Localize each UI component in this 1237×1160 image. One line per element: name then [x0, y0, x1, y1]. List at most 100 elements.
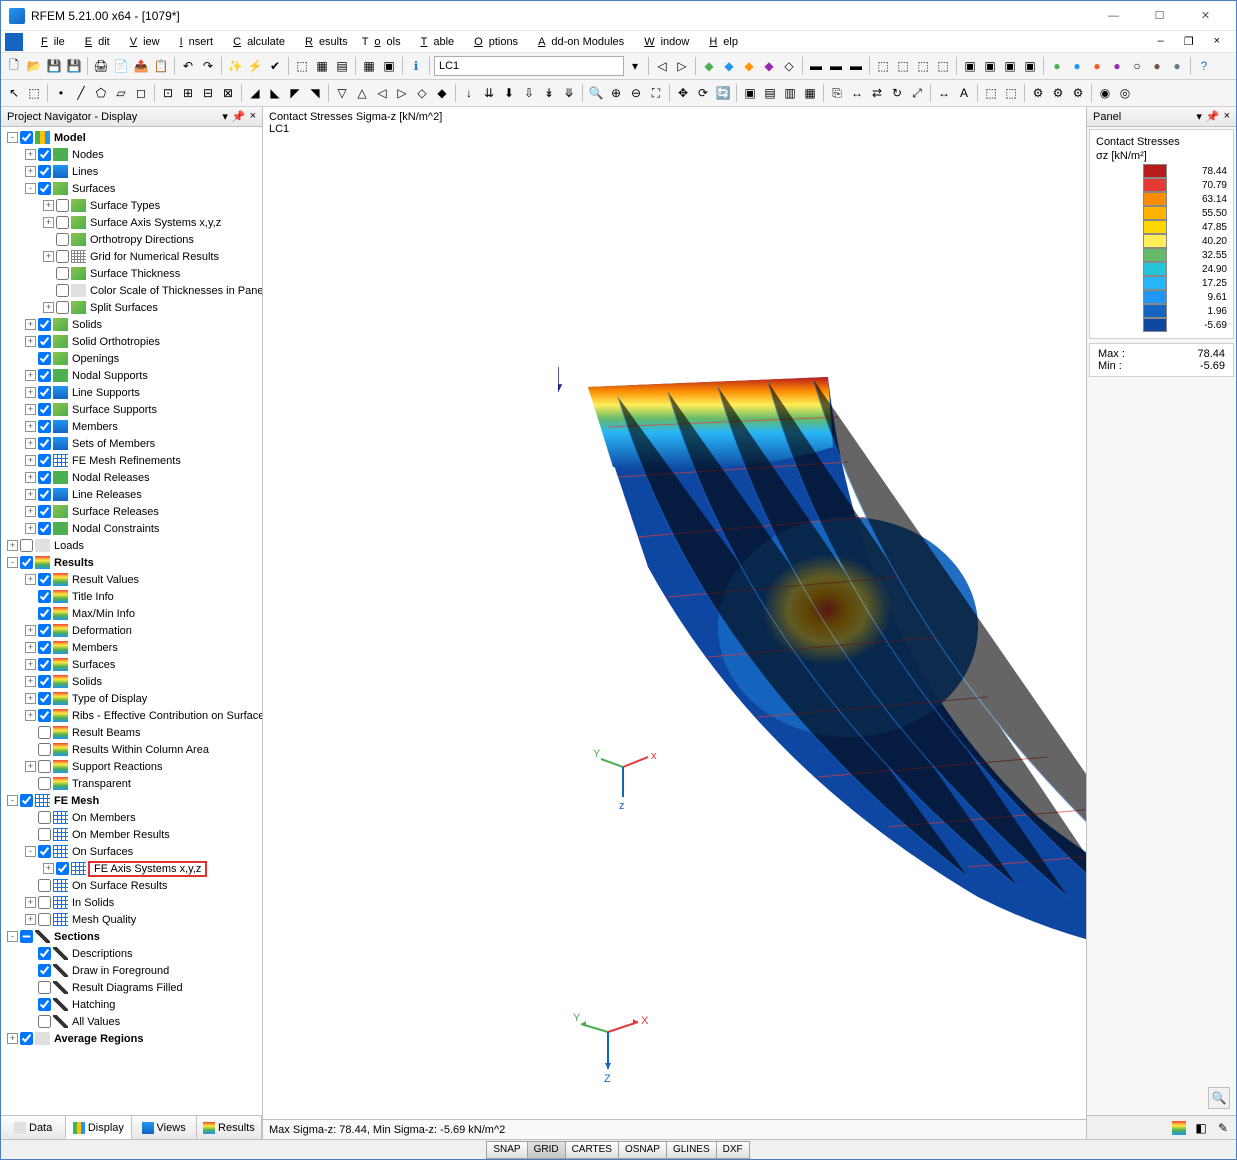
tree-node[interactable]: +Surface Axis Systems x,y,z — [1, 214, 262, 231]
vw4-icon[interactable]: ▦ — [801, 84, 819, 102]
tool1-icon[interactable]: ⬚ — [293, 57, 311, 75]
panel-close-icon[interactable]: × — [1224, 110, 1230, 123]
tree-checkbox[interactable] — [38, 624, 51, 637]
tb-b-icon[interactable]: ⬚ — [894, 57, 912, 75]
menu-tools[interactable]: Tools — [356, 34, 407, 50]
tree-node[interactable]: +Split Surfaces — [1, 299, 262, 316]
sup6-icon[interactable]: ◆ — [433, 84, 451, 102]
mod9-icon[interactable]: ○ — [1128, 57, 1146, 75]
cube5-icon[interactable]: ◇ — [780, 57, 798, 75]
tree-checkbox[interactable] — [20, 794, 33, 807]
minimize-button[interactable]: — — [1091, 2, 1136, 30]
tree-node[interactable]: -Model — [1, 129, 262, 146]
panel-bi1-icon[interactable] — [1170, 1119, 1188, 1137]
expand-icon[interactable]: + — [25, 336, 36, 347]
vw1-icon[interactable]: ▣ — [741, 84, 759, 102]
sup2-icon[interactable]: △ — [353, 84, 371, 102]
line-draw-icon[interactable]: ╱ — [72, 84, 90, 102]
wizard-icon[interactable]: ✨ — [226, 57, 244, 75]
expand-icon[interactable]: + — [43, 302, 54, 313]
tree-checkbox[interactable] — [38, 743, 51, 756]
tree-checkbox[interactable] — [38, 182, 51, 195]
tree-checkbox[interactable] — [20, 930, 33, 943]
tree-node[interactable]: On Surface Results — [1, 877, 262, 894]
menu-edit[interactable]: Edit — [73, 34, 116, 50]
e4-icon[interactable]: ◥ — [306, 84, 324, 102]
new-icon[interactable]: 🗋 — [5, 57, 23, 75]
tree-node[interactable]: -On Surfaces — [1, 843, 262, 860]
tree-checkbox[interactable] — [38, 488, 51, 501]
surf-draw-icon[interactable]: ▱ — [112, 84, 130, 102]
tree-checkbox[interactable] — [38, 947, 51, 960]
combo-dd-icon[interactable]: ▾ — [626, 57, 644, 75]
statusbar-dxf[interactable]: DXF — [716, 1141, 750, 1159]
statusbar-osnap[interactable]: OSNAP — [618, 1141, 667, 1159]
expand-icon[interactable]: + — [25, 659, 36, 670]
menu-options[interactable]: Options — [462, 34, 524, 50]
expand-icon[interactable]: + — [25, 914, 36, 925]
tree-node[interactable]: Orthotropy Directions — [1, 231, 262, 248]
expand-icon[interactable]: - — [7, 132, 18, 143]
tree-node[interactable]: +Solids — [1, 673, 262, 690]
mod8-icon[interactable]: ● — [1108, 57, 1126, 75]
expand-icon[interactable]: + — [25, 625, 36, 636]
tb-a-icon[interactable]: ⬚ — [874, 57, 892, 75]
tree-checkbox[interactable] — [20, 539, 33, 552]
tree-node[interactable]: +Deformation — [1, 622, 262, 639]
res1-icon[interactable]: ▬ — [807, 57, 825, 75]
tree-node[interactable]: +In Solids — [1, 894, 262, 911]
mod10-icon[interactable]: ● — [1148, 57, 1166, 75]
mod6-icon[interactable]: ● — [1068, 57, 1086, 75]
save-icon[interactable]: 💾 — [45, 57, 63, 75]
tree-node[interactable]: Max/Min Info — [1, 605, 262, 622]
tree-node[interactable]: Descriptions — [1, 945, 262, 962]
tree-node[interactable]: +Nodal Supports — [1, 367, 262, 384]
tree-node[interactable]: Transparent — [1, 775, 262, 792]
tree-checkbox[interactable] — [38, 437, 51, 450]
tree-checkbox[interactable] — [38, 403, 51, 416]
tb-c-icon[interactable]: ⬚ — [914, 57, 932, 75]
tree-node[interactable]: +Nodes — [1, 146, 262, 163]
tree-checkbox[interactable] — [38, 1015, 51, 1028]
redo-icon[interactable]: ↷ — [199, 57, 217, 75]
loadcase-combo[interactable]: LC1 — [434, 56, 624, 76]
tree-node[interactable]: -FE Mesh — [1, 792, 262, 809]
expand-icon[interactable]: + — [7, 540, 18, 551]
tree-node[interactable]: -Results — [1, 554, 262, 571]
expand-icon[interactable]: + — [25, 489, 36, 500]
panel-bi2-icon[interactable]: ◧ — [1192, 1119, 1210, 1137]
expand-icon[interactable]: + — [25, 642, 36, 653]
misc2-icon[interactable]: ⚙ — [1049, 84, 1067, 102]
help-tb-icon[interactable]: ? — [1195, 57, 1213, 75]
sup3-icon[interactable]: ◁ — [373, 84, 391, 102]
mod4-icon[interactable]: ▣ — [1021, 57, 1039, 75]
tab-display[interactable]: Display — [66, 1116, 131, 1139]
open-icon[interactable]: 📂 — [25, 57, 43, 75]
tree-checkbox[interactable] — [38, 607, 51, 620]
tree-node[interactable]: +Ribs - Effective Contribution on Surfac… — [1, 707, 262, 724]
tree-checkbox[interactable] — [38, 420, 51, 433]
expand-icon[interactable]: + — [43, 863, 54, 874]
mdi-close-icon[interactable]: × — [1208, 33, 1226, 50]
tree-node[interactable]: +Line Supports — [1, 384, 262, 401]
tab-views[interactable]: Views — [132, 1116, 197, 1139]
misc1-icon[interactable]: ⚙ — [1029, 84, 1047, 102]
tree-checkbox[interactable] — [56, 216, 69, 229]
cube1-icon[interactable]: ◆ — [700, 57, 718, 75]
tree-checkbox[interactable] — [38, 828, 51, 841]
tree-checkbox[interactable] — [38, 760, 51, 773]
expand-icon[interactable]: - — [7, 931, 18, 942]
expand-icon[interactable]: + — [43, 251, 54, 262]
scale-icon[interactable]: ⤢ — [908, 84, 926, 102]
app-menu-icon[interactable] — [5, 33, 23, 51]
tree-checkbox[interactable] — [56, 862, 69, 875]
tree-checkbox[interactable] — [38, 335, 51, 348]
tree-node[interactable]: +Surfaces — [1, 656, 262, 673]
copy-icon[interactable]: ⎘ — [828, 84, 846, 102]
statusbar-snap[interactable]: SNAP — [486, 1141, 527, 1159]
tree-node[interactable]: On Members — [1, 809, 262, 826]
cube4-icon[interactable]: ◆ — [760, 57, 778, 75]
tree-checkbox[interactable] — [38, 675, 51, 688]
ld1-icon[interactable]: ↓ — [460, 84, 478, 102]
expand-icon[interactable]: + — [43, 217, 54, 228]
